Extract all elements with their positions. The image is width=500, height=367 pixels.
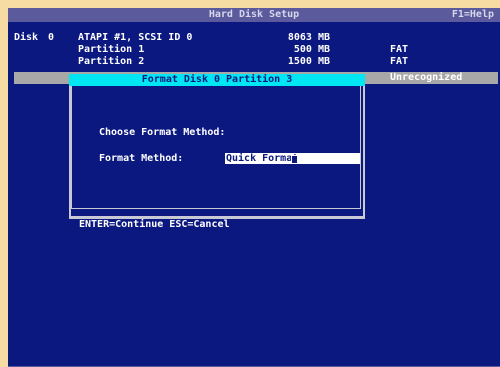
disk-row[interactable]: Disk 0 ATAPI #1, SCSI ID 0 8063 MB <box>8 32 500 44</box>
partition-row[interactable]: Partition 1 500 MB FAT <box>8 44 500 56</box>
partition-filesystem: FAT <box>390 44 409 55</box>
dialog-inner-frame <box>71 86 361 209</box>
partition-size: 1500 MB <box>287 56 330 67</box>
disk-name: ATAPI #1, SCSI ID 0 <box>78 32 193 43</box>
partition-size: 500 MB <box>293 44 330 55</box>
format-method-label: Format Method: <box>99 153 184 164</box>
disk-size: 8063 MB <box>287 32 330 43</box>
partition-name: Partition 2 <box>78 56 145 67</box>
format-method-value: Quick Format <box>226 153 299 164</box>
help-hint[interactable]: F1=Help <box>452 9 494 20</box>
format-dialog: Format Disk 0 Partition 3 Choose Format … <box>69 74 365 232</box>
title-bar: Hard Disk Setup F1=Help <box>8 8 500 22</box>
partition-name: Partition 1 <box>78 44 145 55</box>
format-method-prompt: Choose Format Method: <box>99 127 226 138</box>
partition-filesystem: Unrecognized <box>390 72 463 83</box>
hard-disk-setup-screen: Hard Disk Setup F1=Help Disk 0 ATAPI #1,… <box>8 8 500 367</box>
dialog-footer: ENTER=Continue ESC=Cancel <box>69 218 365 231</box>
app-title: Hard Disk Setup <box>208 9 300 20</box>
dialog-title: Format Disk 0 Partition 3 <box>69 74 365 86</box>
text-cursor <box>291 155 298 164</box>
disk-number: 0 <box>48 32 55 43</box>
key-hints: ENTER=Continue ESC=Cancel <box>79 219 230 230</box>
disk-label: Disk <box>14 32 39 43</box>
partition-filesystem: FAT <box>390 56 409 67</box>
partition-row[interactable]: Partition 2 1500 MB FAT <box>8 56 500 68</box>
